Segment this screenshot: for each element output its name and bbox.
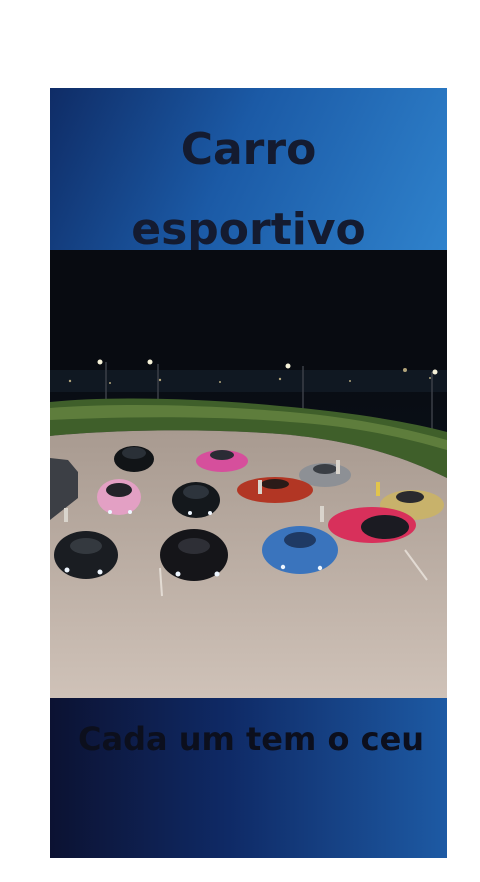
sports-cars-photo	[50, 250, 447, 698]
post-card: Carro esportivo Cada um tem o ceu	[50, 88, 447, 858]
title-banner: Carro esportivo	[50, 88, 447, 255]
post-title: Carro esportivo	[50, 88, 447, 270]
post-caption: Cada um tem o ceu	[78, 720, 425, 758]
title-line-2: esportivo	[131, 204, 366, 255]
caption-banner: Cada um tem o ceu	[50, 698, 447, 858]
title-line-1: Carro	[180, 124, 317, 175]
